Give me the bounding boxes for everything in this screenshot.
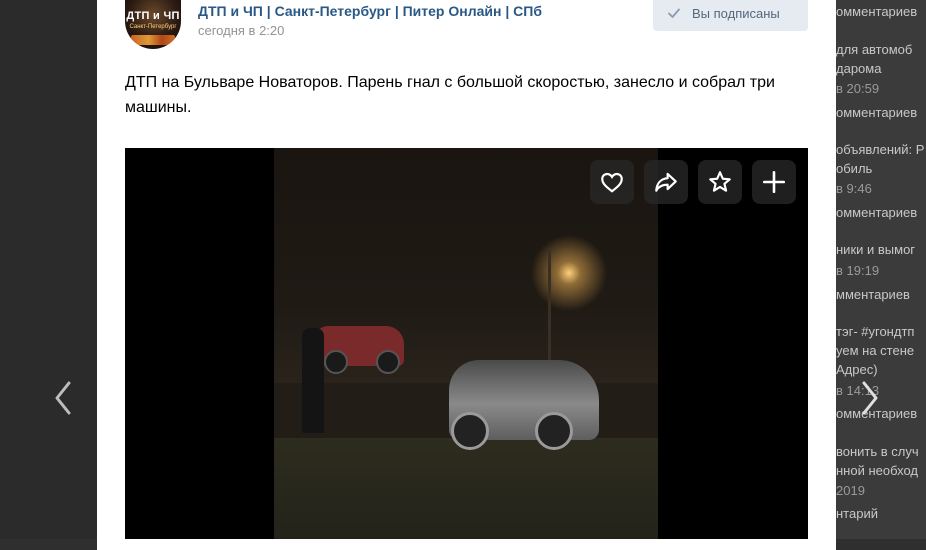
wheel — [451, 412, 489, 450]
video-player[interactable] — [125, 148, 808, 539]
background-feed: омментариев для автомоб дарома в 20:59 о… — [836, 0, 926, 539]
plus-icon — [762, 170, 786, 194]
video-frame — [274, 148, 658, 539]
video-favorite-button[interactable] — [698, 160, 742, 204]
subscribed-button[interactable]: Вы подписаны — [653, 0, 808, 31]
silver-car — [449, 360, 599, 450]
feed-line: омментариев — [836, 205, 918, 220]
feed-line: нтарий — [836, 506, 878, 521]
streetlight-glow — [524, 228, 614, 318]
background-left — [0, 0, 97, 539]
avatar-subtitle: Санкт-Петербург — [129, 24, 177, 30]
feed-line: мментариев — [836, 287, 910, 302]
wheel — [324, 350, 348, 374]
post-text: ДТП на Бульваре Новаторов. Парень гнал с… — [125, 74, 775, 116]
feed-line: в 9:46 — [836, 181, 872, 196]
group-avatar[interactable]: ДТП и ЧП Санкт-Петербург — [125, 0, 181, 49]
star-icon — [709, 171, 731, 192]
feed-line: Адрес) — [836, 362, 878, 377]
feed-line: 2019 — [836, 483, 865, 498]
feed-line: ники и вымог — [836, 242, 916, 257]
feed-line: омментариев — [836, 4, 918, 19]
avatar-title: ДТП и ЧП — [126, 10, 180, 22]
feed-line: уем на стене — [836, 343, 915, 358]
video-add-button[interactable] — [752, 160, 796, 204]
feed-line: вонить в случ — [836, 444, 919, 459]
feed-line: обиль — [836, 161, 873, 176]
grass — [274, 438, 658, 539]
share-icon — [655, 172, 677, 192]
feed-line: дарома — [836, 61, 882, 76]
red-car — [314, 326, 404, 374]
group-name-link[interactable]: ДТП и ЧП | Санкт-Петербург | Питер Онлай… — [198, 3, 542, 19]
feed-line: для автомоб — [836, 42, 913, 57]
feed-line: в 19:19 — [836, 263, 880, 278]
wheel — [535, 412, 573, 450]
feed-line: омментариев — [836, 105, 918, 120]
video-share-button[interactable] — [644, 160, 688, 204]
feed-line: в 20:59 — [836, 81, 880, 96]
check-icon — [668, 8, 680, 18]
person-silhouette — [302, 328, 324, 433]
feed-line: тэг- #угондтп — [836, 324, 915, 339]
feed-line: объявлений: Р — [836, 142, 925, 157]
chevron-left-icon[interactable] — [53, 380, 73, 416]
chevron-right-icon[interactable] — [860, 380, 880, 416]
heart-icon — [601, 172, 623, 193]
post-time[interactable]: сегодня в 2:20 — [198, 23, 284, 38]
subscribed-button-label: Вы подписаны — [692, 6, 780, 21]
feed-line: нной необход — [836, 463, 918, 478]
avatar-city-graphic — [131, 35, 175, 45]
wheel — [376, 350, 400, 374]
video-like-button[interactable] — [590, 160, 634, 204]
